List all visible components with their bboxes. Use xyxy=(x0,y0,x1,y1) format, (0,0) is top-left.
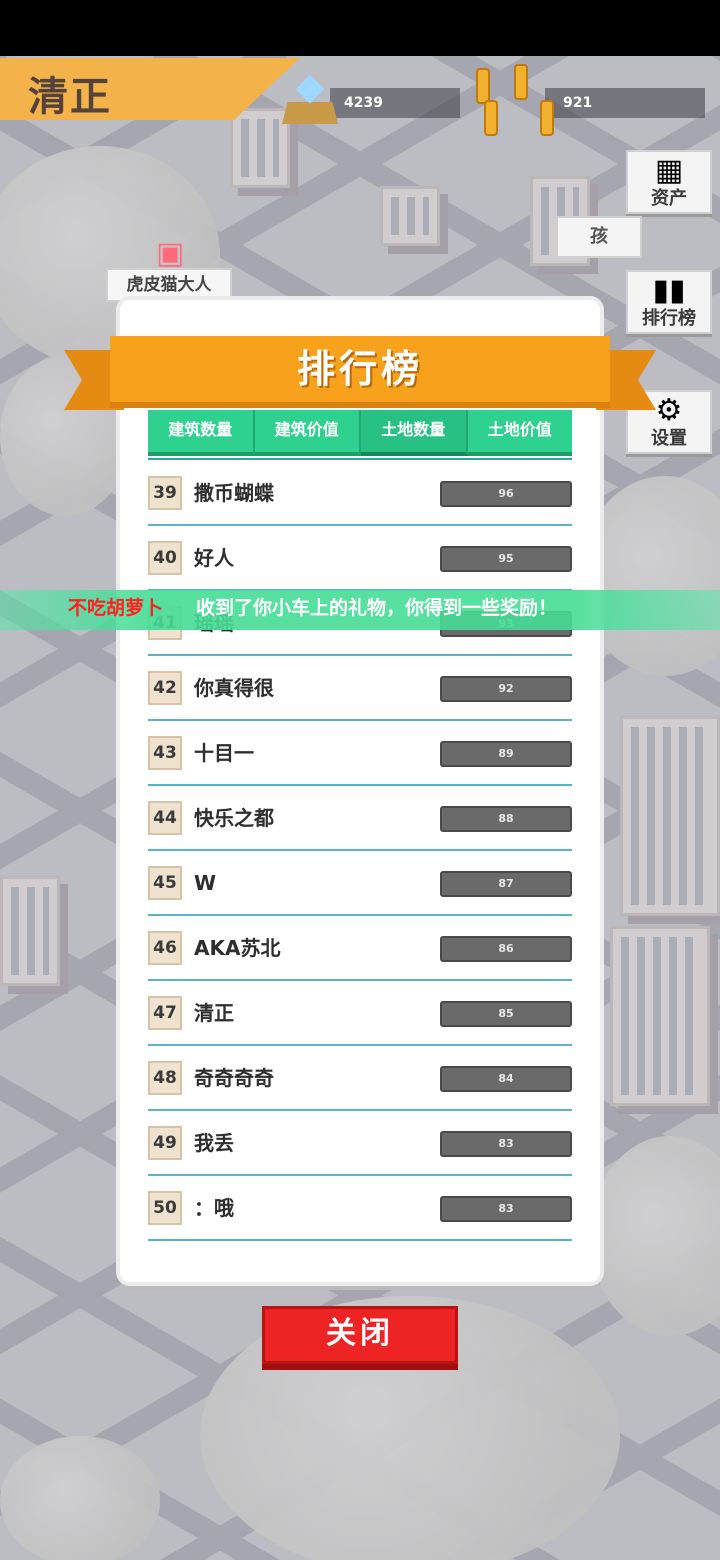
status-bar xyxy=(0,0,720,56)
score-bar: 89 xyxy=(440,741,572,767)
leaderboard-tabs: 建筑数量 建筑价值 土地数量 土地价值 xyxy=(148,410,572,456)
player-name-cell: 十目一 xyxy=(194,741,254,765)
leaderboard-row[interactable]: 50 ：哦 83 xyxy=(148,1176,572,1241)
title-ribbon: 排行榜 xyxy=(110,336,610,402)
diamond-counter: 4239 xyxy=(330,88,460,118)
rank-badge: 49 xyxy=(148,1126,182,1160)
player-name-cell: W xyxy=(194,871,217,895)
score-bar: 88 xyxy=(440,806,572,832)
leaderboard-row[interactable]: 47 清正 85 xyxy=(148,981,572,1046)
coin-count: 921 xyxy=(563,95,593,111)
rank-badge: 47 xyxy=(148,996,182,1030)
assets-button[interactable]: ▦ 资产 xyxy=(626,150,712,214)
score-bar: 92 xyxy=(440,676,572,702)
player-name-cell: 清正 xyxy=(194,1001,234,1025)
tab-building-count[interactable]: 建筑数量 xyxy=(148,410,255,456)
tabs-divider xyxy=(148,458,572,460)
leaderboard-row[interactable]: 43 十目一 89 xyxy=(148,721,572,786)
leaderboard-row[interactable]: 42 你真得很 92 xyxy=(148,656,572,721)
score-bar: 85 xyxy=(440,1001,572,1027)
buildings-icon: ▦ xyxy=(654,153,684,188)
rank-badge: 43 xyxy=(148,736,182,770)
leaderboard-row[interactable]: 46 AKA苏北 86 xyxy=(148,916,572,981)
player-name-cell: 好人 xyxy=(194,546,234,570)
close-button[interactable]: 关闭 xyxy=(262,1306,458,1364)
hint-tooltip: 孩 xyxy=(556,216,642,258)
rank-badge: 42 xyxy=(148,671,182,705)
diamond-count: 4239 xyxy=(344,95,383,111)
leaderboard-row[interactable]: 39 撒币蝴蝶 96 xyxy=(148,461,572,526)
score-bar: 83 xyxy=(440,1196,572,1222)
score-bar: 95 xyxy=(440,546,572,572)
gift-player-label[interactable]: 虎皮猫大人 xyxy=(106,268,232,302)
player-name-cell: 撒币蝴蝶 xyxy=(194,481,274,505)
tab-land-count[interactable]: 土地数量 xyxy=(361,410,468,456)
leaderboard-row[interactable]: 40 好人 95 xyxy=(148,526,572,591)
coin-counter: 921 xyxy=(545,88,705,118)
leaderboard-row[interactable]: 45 W 87 xyxy=(148,851,572,916)
tab-building-value[interactable]: 建筑价值 xyxy=(254,410,361,456)
diamond-icon: ◆ xyxy=(295,64,325,108)
tab-land-value[interactable]: 土地价值 xyxy=(467,410,572,456)
player-name-cell: ：哦 xyxy=(194,1196,234,1220)
player-name-cell: 我丢 xyxy=(194,1131,234,1155)
leaderboard-button[interactable]: ▮▮ 排行榜 xyxy=(626,270,712,334)
leaderboard-row[interactable]: 44 快乐之都 88 xyxy=(148,786,572,851)
toast-message: 收到了你小车上的礼物，你得到一些奖励！ xyxy=(196,597,558,619)
score-bar: 87 xyxy=(440,871,572,897)
player-name-cell: 你真得很 xyxy=(194,676,274,700)
panel-title: 排行榜 xyxy=(296,347,423,391)
rank-badge: 39 xyxy=(148,476,182,510)
score-bar: 83 xyxy=(440,1131,572,1157)
rank-badge: 48 xyxy=(148,1061,182,1095)
score-bar: 96 xyxy=(440,481,572,507)
rank-badge: 50 xyxy=(148,1191,182,1225)
rank-badge: 40 xyxy=(148,541,182,575)
toast-sender: 不吃胡萝卜 xyxy=(68,597,164,619)
rank-badge: 44 xyxy=(148,801,182,835)
score-bar: 86 xyxy=(440,936,572,962)
player-name-cell: 快乐之都 xyxy=(194,806,274,830)
rank-badge: 46 xyxy=(148,931,182,965)
gift-icon[interactable]: ▣ xyxy=(156,236,184,271)
rank-badge: 45 xyxy=(148,866,182,900)
player-name-cell: AKA苏北 xyxy=(194,936,281,960)
trophy-icon: ▮▮ xyxy=(652,273,686,308)
leaderboard-row[interactable]: 48 奇奇奇奇 84 xyxy=(148,1046,572,1111)
score-bar: 84 xyxy=(440,1066,572,1092)
player-name: 清正 xyxy=(28,74,112,120)
leaderboard-row[interactable]: 49 我丢 83 xyxy=(148,1111,572,1176)
player-name-cell: 奇奇奇奇 xyxy=(194,1066,274,1090)
